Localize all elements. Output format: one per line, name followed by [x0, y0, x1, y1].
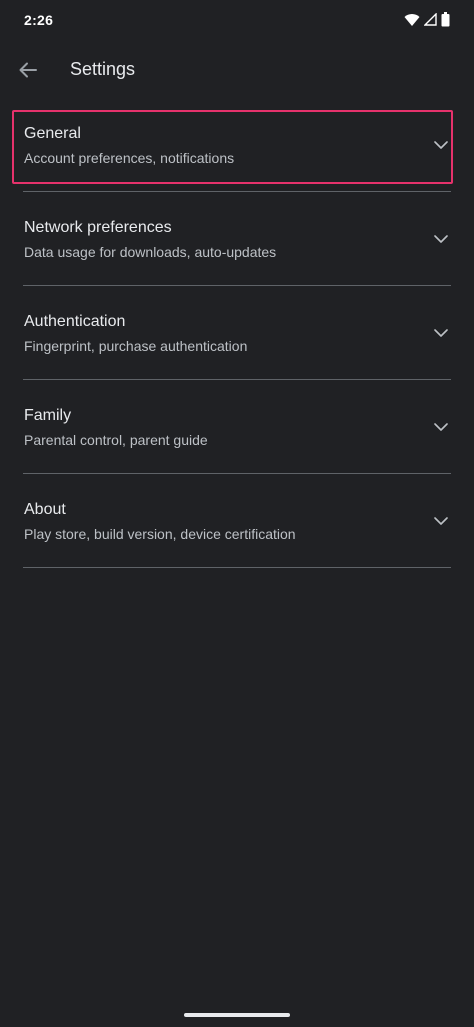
status-time: 2:26	[24, 12, 54, 28]
chevron-down-icon[interactable]	[434, 326, 448, 340]
back-button[interactable]	[12, 54, 44, 86]
chevron-down-icon[interactable]	[434, 138, 448, 152]
setting-network-preferences[interactable]: Network preferences Data usage for downl…	[0, 192, 474, 285]
chevron-down-icon[interactable]	[434, 232, 448, 246]
setting-title: General	[24, 125, 81, 142]
setting-subtitle: Data usage for downloads, auto-updates	[24, 244, 277, 260]
setting-about[interactable]: About Play store, build version, device …	[0, 474, 474, 567]
page-title: Settings	[70, 59, 136, 79]
setting-subtitle: Fingerprint, purchase authentication	[24, 338, 248, 354]
cell-signal-icon	[424, 13, 437, 26]
setting-subtitle: Account preferences, notifications	[24, 150, 235, 166]
setting-subtitle: Play store, build version, device certif…	[24, 526, 296, 542]
setting-family[interactable]: Family Parental control, parent guide	[0, 380, 474, 473]
setting-title: Family	[24, 407, 72, 424]
setting-title: Authentication	[24, 313, 126, 330]
chevron-down-icon[interactable]	[434, 420, 448, 434]
chevron-down-icon[interactable]	[434, 514, 448, 528]
status-icons	[404, 12, 450, 27]
arrow-back-icon	[19, 62, 37, 78]
setting-title: About	[24, 501, 66, 518]
wifi-icon	[404, 13, 420, 26]
battery-icon	[441, 12, 450, 27]
setting-title: Network preferences	[24, 219, 172, 236]
home-indicator[interactable]	[184, 1013, 290, 1017]
setting-general[interactable]: General Account preferences, notificatio…	[0, 98, 474, 191]
status-bar: 2:26	[0, 0, 474, 40]
divider	[23, 567, 451, 568]
settings-list: General Account preferences, notificatio…	[0, 98, 474, 568]
setting-authentication[interactable]: Authentication Fingerprint, purchase aut…	[0, 286, 474, 379]
setting-subtitle: Parental control, parent guide	[24, 432, 208, 448]
app-bar: Settings	[0, 42, 474, 98]
